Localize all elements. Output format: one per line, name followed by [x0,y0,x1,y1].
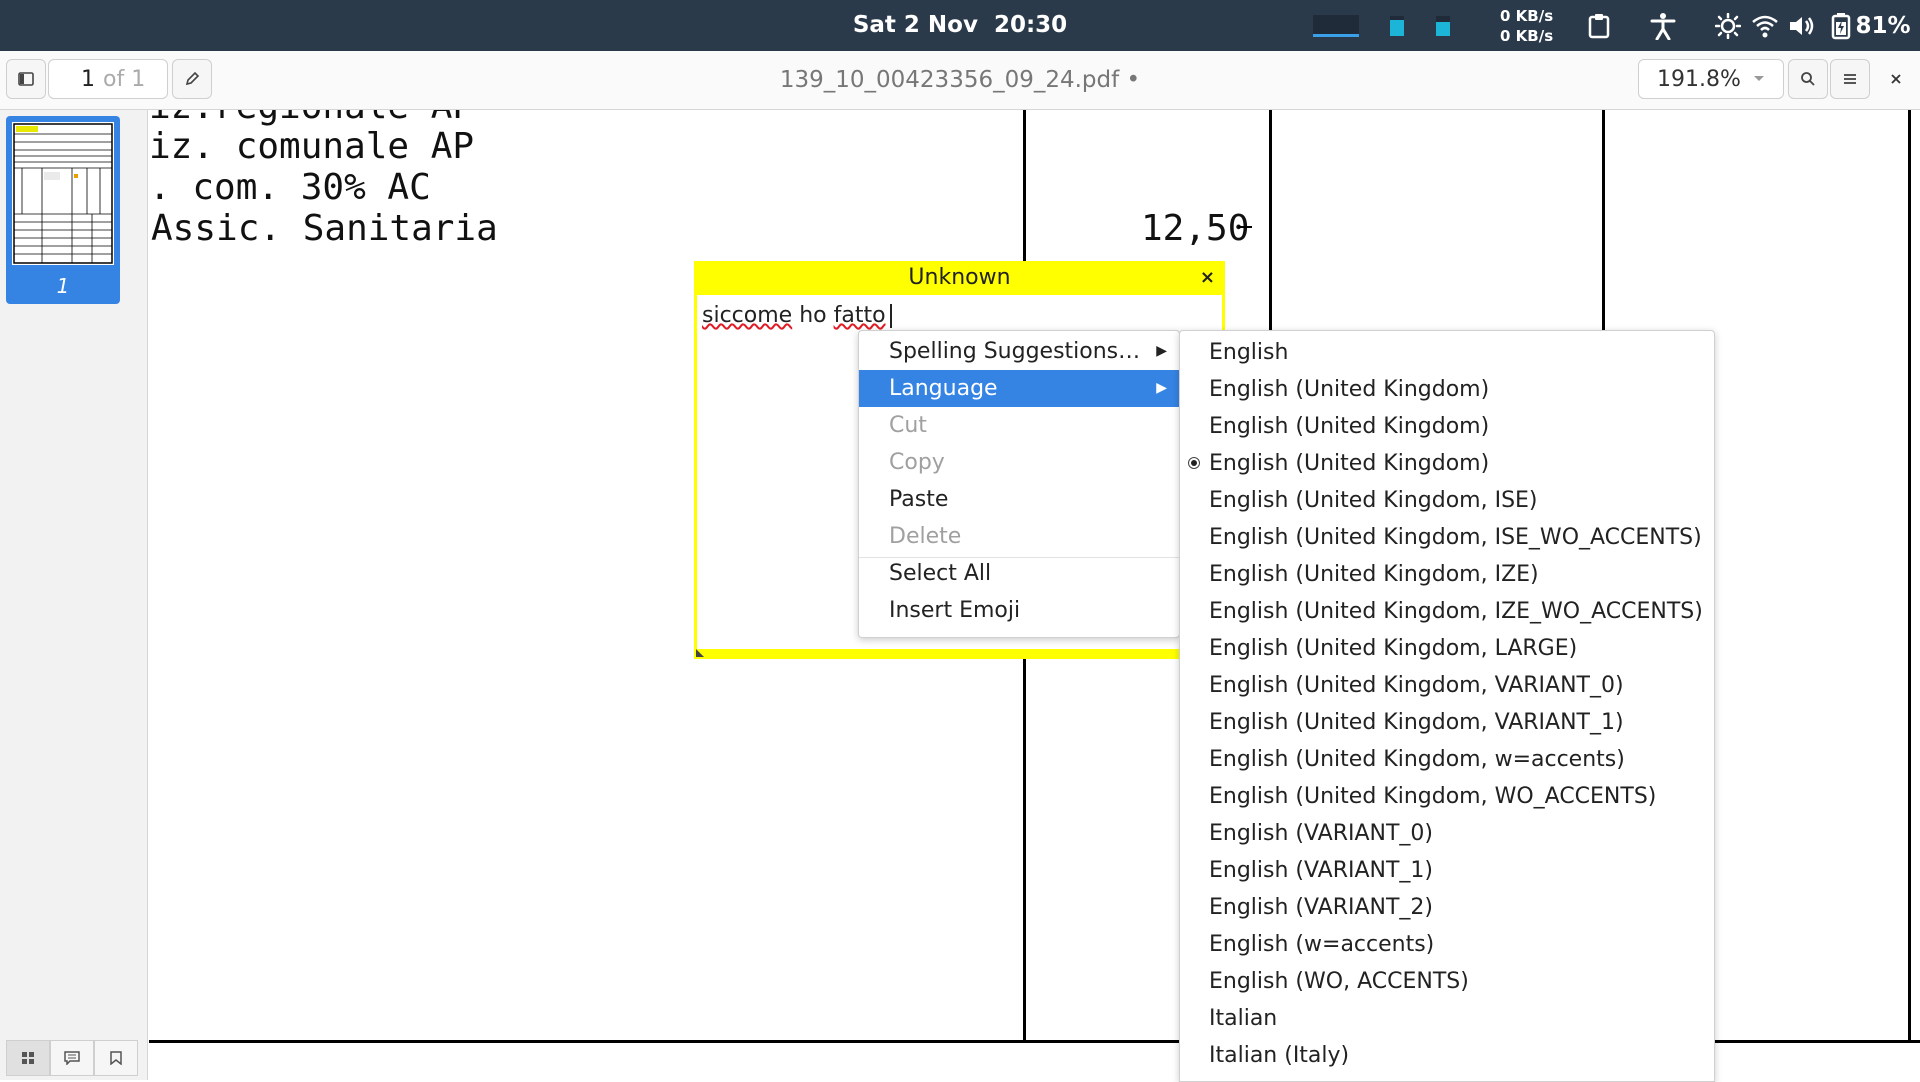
language-option[interactable]: Italian [1180,1000,1714,1037]
network-speed[interactable]: 0 KB/s 0 KB/s [1500,6,1553,46]
close-window-button[interactable] [1876,59,1916,99]
menu-item-cut: Cut [889,413,927,438]
thumbnails-tab[interactable] [6,1040,50,1076]
pencil-icon [185,71,200,86]
memory-monitor-icon[interactable] [1430,0,1456,51]
bookmarks-tab[interactable] [94,1040,138,1076]
language-option[interactable]: English (w=accents) [1180,926,1714,963]
system-top-bar: Sat 2 Nov 20:30 0 KB/s 0 KB/s 81% [0,0,1920,51]
menu-item-paste[interactable]: Paste [859,481,1179,518]
menu-item-select-all[interactable]: Select All [859,555,1179,592]
thumbnail-page-number: 1 [56,274,70,298]
document-text-line: Assic. Sanitaria [151,208,498,249]
language-option[interactable]: English (United Kingdom) [1180,371,1714,408]
main-menu-button[interactable] [1830,59,1870,99]
language-option[interactable]: Italian (Italy) [1180,1037,1714,1074]
menu-item-insert-emoji[interactable]: Insert Emoji [859,592,1179,629]
context-menu: Spelling Suggestions… ▶ Language ▶ Cut Cop… [858,330,1180,638]
zoom-level: 191.8% [1657,66,1741,92]
annotation-close-button[interactable]: × [1200,261,1215,295]
clock[interactable]: Sat 2 Nov 20:30 [0,0,1920,51]
battery-icon [1832,12,1851,39]
language-option[interactable]: English (United Kingdom, WO_ACCENTS) [1180,778,1714,815]
misspelled-word[interactable]: fatto [834,303,886,328]
clipboard-icon[interactable] [1584,0,1614,51]
wifi-icon[interactable] [1748,0,1782,51]
language-option[interactable]: English (United Kingdom, ISE_WO_ACCENTS) [1180,519,1714,556]
language-option-selected[interactable]: English (United Kingdom) [1180,445,1714,482]
chevron-down-icon [1753,76,1764,81]
menu-item-language[interactable]: Language ▶ [859,370,1179,407]
cpu-monitor-icon[interactable] [1384,0,1410,51]
language-option[interactable]: English [1180,334,1714,371]
bookmark-icon [110,1051,122,1065]
network-download: 0 KB/s [1500,27,1554,45]
document-text-line: iz. comunale AP [149,126,475,167]
search-icon [1801,72,1815,86]
annotation-author: Unknown [908,265,1011,290]
language-option[interactable]: English (United Kingdom, VARIANT_0) [1180,667,1714,704]
menu-item-spelling-suggestions[interactable]: Spelling Suggestions… ▶ [859,333,1179,370]
system-monitor-icon[interactable] [1312,0,1360,51]
close-icon [1891,74,1901,84]
clock-date: Sat 2 Nov [852,12,978,38]
menu-item-copy: Copy [889,450,945,475]
comment-icon [64,1051,80,1065]
misspelled-word[interactable]: siccome [702,303,792,328]
app-header-bar: 139_10_00423356_09_24.pdf • 1 of 1 191.8… [0,51,1920,110]
brightness-icon[interactable] [1712,0,1744,51]
annotations-tab[interactable] [50,1040,94,1076]
language-submenu: English English (United Kingdom) English… [1179,330,1715,1082]
document-title: 139_10_00423356_09_24.pdf • [779,67,1141,93]
language-option[interactable]: English (United Kingdom, ISE) [1180,482,1714,519]
clock-time: 20:30 [993,12,1068,38]
document-text-line: . com. 30% AC [149,167,431,208]
thumbnail-sidebar: 1 [0,110,148,1080]
radio-selected-icon [1188,457,1200,469]
text-caret [889,304,892,328]
grid-icon [22,1052,34,1064]
network-upload: 0 KB/s [1500,7,1554,25]
table-tick [1238,226,1252,228]
sidebar-icon [18,72,34,86]
annotation-word: ho [792,303,834,328]
language-option[interactable]: English (United Kingdom, LARGE) [1180,630,1714,667]
page-total: of 1 [103,66,146,92]
language-option[interactable]: English (VARIANT_2) [1180,889,1714,926]
page-thumbnail[interactable]: 1 [6,116,120,304]
language-option-label: English (United Kingdom) [1209,451,1490,476]
annotation-text[interactable]: siccome ho fatto [702,303,892,328]
language-option[interactable]: English (United Kingdom, IZE) [1180,556,1714,593]
search-button[interactable] [1788,59,1828,99]
language-option[interactable]: English (United Kingdom, IZE_WO_ACCENTS) [1180,593,1714,630]
language-option[interactable]: English (VARIANT_0) [1180,815,1714,852]
annotate-button[interactable] [172,59,212,99]
sidebar-toggle-button[interactable] [6,59,46,99]
thumbnail-preview [12,122,114,265]
menu-item-label: Spelling Suggestions… [889,339,1141,364]
battery-indicator[interactable]: 81% [1826,0,1916,51]
document-amount: 12,50 [1141,208,1250,249]
zoom-selector[interactable]: 191.8% [1638,59,1784,99]
language-option[interactable]: English (WO, ACCENTS) [1180,963,1714,1000]
document-text-line: iz.regionale AP [149,110,474,127]
table-column-line [1908,110,1911,1043]
language-option[interactable]: English (United Kingdom, VARIANT_1) [1180,704,1714,741]
sidebar-mode-switcher [6,1040,138,1076]
accessibility-icon[interactable] [1648,0,1678,51]
battery-percentage: 81% [1855,12,1911,39]
language-option[interactable]: English (United Kingdom, w=accents) [1180,741,1714,778]
submenu-arrow-icon: ▶ [1156,343,1167,359]
volume-icon[interactable] [1786,0,1818,51]
resize-grip-icon[interactable] [696,649,704,657]
submenu-arrow-icon: ▶ [1156,380,1167,396]
language-option[interactable]: English (United Kingdom) [1180,408,1714,445]
page-number-field[interactable]: 1 of 1 [48,59,168,99]
menu-item-label: Language [889,376,998,401]
hamburger-icon [1844,74,1856,84]
menu-item-delete: Delete [889,524,962,549]
language-option[interactable]: English (VARIANT_1) [1180,852,1714,889]
current-page[interactable]: 1 [49,67,103,92]
